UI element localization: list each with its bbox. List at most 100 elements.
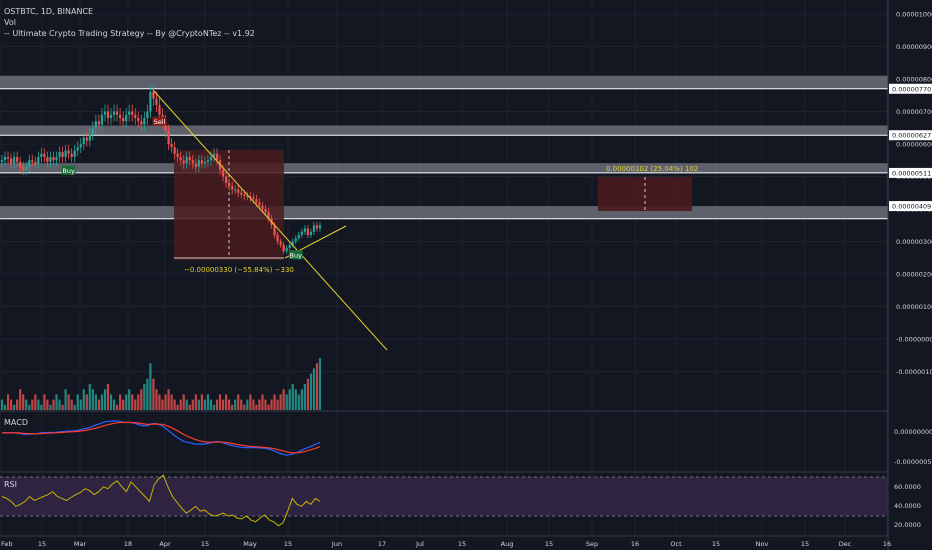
candle-body: [276, 235, 279, 242]
candle-body: [240, 192, 243, 195]
candle-body: [9, 158, 13, 164]
candle-body: [206, 160, 210, 162]
candle-body: [155, 98, 158, 105]
sr-zone: [0, 206, 888, 219]
volume-bar: [276, 399, 279, 410]
volume-bar: [240, 399, 243, 410]
volume-bar: [73, 404, 76, 410]
candle-body: [221, 170, 225, 177]
candle-body: [58, 152, 61, 157]
candle-body: [149, 92, 152, 112]
candle-body: [119, 114, 122, 118]
volume-bar: [212, 404, 216, 410]
volume-bar: [228, 399, 231, 410]
candle-body: [55, 157, 58, 161]
candle-body: [255, 199, 258, 203]
candle-body: [231, 186, 234, 190]
candle-body: [25, 166, 28, 170]
time-tick-label: 17: [378, 540, 386, 548]
time-tick-label: Oct: [670, 540, 682, 548]
volume-bar: [282, 389, 285, 410]
price-tick-label: 0.00000600: [896, 141, 932, 149]
volume-bar: [179, 399, 182, 410]
candle-body: [285, 248, 288, 252]
volume-bar: [34, 394, 37, 410]
candle-body: [209, 157, 213, 161]
price-tick-label: 0.00001000: [896, 11, 932, 19]
volume-bar: [146, 378, 149, 410]
volume-bar: [294, 389, 297, 410]
candle-body: [115, 111, 119, 115]
candle-body: [103, 111, 107, 115]
volume-bar: [225, 394, 228, 410]
measure-down-label: −0.00000330 (−55.84%) −330: [184, 266, 294, 274]
volume-bar: [67, 394, 70, 410]
volume-bar: [197, 399, 200, 410]
candle-body: [264, 209, 267, 213]
volume-bar: [122, 399, 125, 410]
volume-bar: [115, 404, 119, 410]
candle-body: [288, 244, 291, 248]
volume-bar: [161, 399, 164, 410]
volume-bar: [152, 378, 155, 410]
macd-tick-0: 0.00000000: [894, 428, 932, 436]
time-tick-label: Jun: [331, 540, 342, 548]
candle-body: [279, 241, 282, 245]
candle-body: [137, 118, 140, 122]
volume-bar: [231, 404, 234, 410]
volume-bar: [3, 404, 7, 410]
volume-bar: [221, 399, 225, 410]
candle-body: [234, 189, 237, 191]
volume-bar: [149, 363, 152, 410]
price-tick-label: -0.00000100: [896, 368, 932, 376]
volume-bar: [234, 399, 237, 410]
volume-bar: [173, 399, 176, 410]
candle-body: [61, 152, 64, 157]
volume-bar: [94, 394, 97, 410]
volume-bar: [279, 394, 282, 410]
volume-bar: [185, 399, 188, 410]
candle-body: [94, 121, 97, 128]
candle-body: [197, 160, 200, 167]
time-tick-label: Mar: [74, 540, 87, 548]
volume-bar: [218, 394, 222, 410]
candle-body: [203, 161, 207, 164]
candle-body: [79, 144, 82, 148]
candle-body: [303, 228, 306, 232]
volume-bar: [13, 404, 16, 410]
volume-bar: [206, 394, 210, 410]
volume-bar: [191, 399, 194, 410]
macd-label: MACD: [4, 418, 28, 427]
trading-chart[interactable]: −0.00000330 (−55.84%) −330 0.00000102 (2…: [0, 0, 932, 550]
candle-body: [16, 157, 19, 162]
volume-bar: [91, 389, 94, 410]
candle-body: [306, 228, 309, 235]
time-tick-label: 16: [631, 540, 639, 548]
candle-body: [140, 121, 143, 125]
candle-body: [109, 114, 113, 118]
time-tick-label: Nov: [756, 540, 769, 548]
price-tag-label: 0.00000511: [892, 169, 931, 177]
time-tick-label: Apr: [159, 540, 171, 548]
candle-body: [122, 118, 125, 122]
volume-bar: [267, 404, 270, 410]
volume-bar: [97, 399, 101, 410]
volume-bar: [43, 394, 46, 410]
volume-bar: [258, 399, 261, 410]
candle-body: [200, 160, 203, 164]
candle-body: [106, 111, 110, 118]
candle-body: [167, 131, 170, 144]
candle-body: [112, 111, 116, 115]
candle-body: [82, 137, 85, 144]
volume-bar: [306, 378, 309, 410]
volume-bar: [252, 399, 255, 410]
candle-body: [315, 225, 319, 229]
candle-body: [134, 114, 137, 118]
candle-body: [31, 160, 34, 162]
volume-bar: [309, 373, 313, 410]
candle-body: [146, 111, 149, 118]
volume-bar: [270, 399, 273, 410]
candle-body: [152, 92, 155, 99]
volume-bar: [297, 394, 300, 410]
candle-body: [194, 163, 197, 167]
